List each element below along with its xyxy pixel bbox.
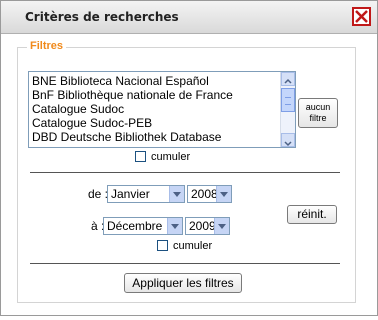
dialog-titlebar: Critères de recherches xyxy=(1,1,377,34)
list-item[interactable]: DBD Deutsche Bibliothek Database xyxy=(32,130,221,144)
scroll-thumb[interactable] xyxy=(281,88,295,112)
from-year-value: 2008 xyxy=(191,187,218,201)
scroll-up-arrow-icon[interactable] xyxy=(281,72,295,86)
list-item[interactable]: Catalogue Sudoc xyxy=(32,102,124,116)
chevron-down-icon xyxy=(169,186,184,202)
cumulate-filters-label: cumuler xyxy=(151,151,191,163)
chevron-down-icon xyxy=(167,218,182,234)
cumulate-filters-checkbox[interactable] xyxy=(135,151,146,162)
to-year-value: 2009 xyxy=(189,219,216,233)
no-filter-label-line2: filtre xyxy=(309,113,327,123)
reset-button[interactable]: réinit. xyxy=(287,205,337,224)
close-x-icon xyxy=(355,10,368,23)
divider xyxy=(30,172,340,173)
from-month-select[interactable]: Janvier xyxy=(107,185,185,203)
from-year-select[interactable]: 2008 xyxy=(187,185,232,203)
to-year-select[interactable]: 2009 xyxy=(185,217,230,235)
apply-filters-button[interactable]: Appliquer les filtres xyxy=(124,273,242,293)
scroll-down-arrow-icon[interactable] xyxy=(281,133,295,147)
listbox-scrollbar[interactable] xyxy=(280,72,295,147)
list-item[interactable]: Catalogue Sudoc-PEB xyxy=(32,116,152,130)
list-item[interactable]: BNE Biblioteca Nacional Español xyxy=(32,74,209,88)
search-criteria-dialog: Critères de recherches Filtres BNE Bibli… xyxy=(0,0,378,316)
from-label: de : xyxy=(88,187,109,201)
chevron-down-icon xyxy=(216,186,231,202)
cumulate-dates-label: cumuler xyxy=(173,240,213,252)
chevron-down-icon xyxy=(214,218,229,234)
no-filter-button[interactable]: aucun filtre xyxy=(298,98,338,128)
list-item[interactable]: BnF Bibliothèque nationale de France xyxy=(32,88,233,102)
from-month-value: Janvier xyxy=(111,187,150,201)
cumulate-dates-checkbox[interactable] xyxy=(157,240,168,251)
close-button[interactable] xyxy=(352,7,371,26)
dialog-title: Critères de recherches xyxy=(25,10,179,24)
divider xyxy=(30,263,340,264)
filters-legend: Filtres xyxy=(27,40,67,52)
to-month-value: Décembre xyxy=(107,219,163,233)
no-filter-label-line1: aucun xyxy=(305,102,331,112)
to-month-select[interactable]: Décembre xyxy=(103,217,183,235)
database-listbox[interactable]: BNE Biblioteca Nacional Español BnF Bibl… xyxy=(28,71,296,148)
